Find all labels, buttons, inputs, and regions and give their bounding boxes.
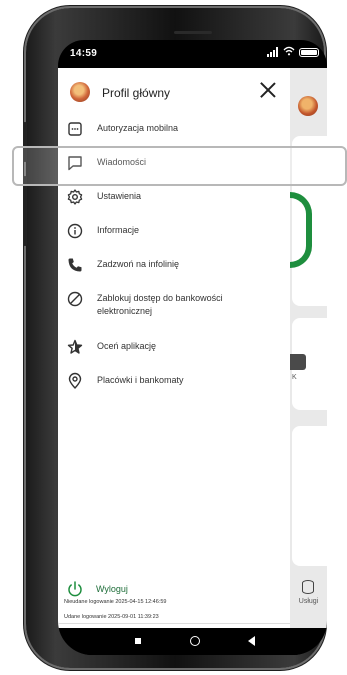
gear-icon (66, 188, 84, 206)
database-icon (302, 580, 314, 594)
background-calendar-icon (290, 354, 306, 370)
menu-item-label: Zadzwoń na infolinię (97, 259, 180, 269)
logout-button[interactable]: Wyloguj (66, 580, 128, 598)
background-avatar (298, 96, 318, 116)
background-partial-label: K (292, 374, 297, 381)
highlight-frame (12, 146, 347, 186)
background-progress-ring (290, 192, 312, 268)
drawer-header: Profil główny (58, 68, 290, 112)
failed-login-info: Nieudane logowanie 2025-04-15 12:46:59 (64, 599, 167, 605)
power-icon (66, 580, 84, 598)
menu-item-settings[interactable]: Ustawienia (58, 188, 290, 222)
wifi-icon (283, 46, 295, 58)
menu-item-rate-app[interactable]: Oceń aplikację (58, 338, 290, 372)
recent-apps-icon[interactable] (135, 638, 141, 644)
location-pin-icon (66, 372, 84, 390)
phone-icon (66, 256, 84, 274)
volume-down-button (23, 176, 27, 246)
block-icon (66, 290, 84, 308)
services-tab-label[interactable]: Usługi (290, 598, 327, 605)
menu-item-label: Zablokuj dostęp do bankowości elektronic… (97, 293, 223, 316)
signal-icon (267, 47, 279, 57)
status-time: 14:59 (70, 48, 98, 59)
back-icon[interactable] (248, 636, 255, 646)
mobile-authorization-icon (66, 120, 84, 138)
phone-screen: 14:59 K Usługi Profil główny Autoryzacja… (58, 40, 327, 655)
menu-item-branches-atms[interactable]: Placówki i bankomaty (58, 372, 290, 406)
menu-item-call-helpline[interactable]: Zadzwoń na infolinię (58, 256, 290, 290)
last-login-info: Udane logowanie 2025-09-01 11:39:23 (64, 614, 159, 620)
menu-item-label: Ustawienia (97, 191, 142, 201)
avatar[interactable] (70, 82, 90, 102)
divider (58, 623, 290, 624)
profile-title[interactable]: Profil główny (102, 86, 170, 100)
background-card (292, 426, 327, 566)
menu-item-label: Autoryzacja mobilna (97, 123, 179, 133)
menu-item-block-access[interactable]: Zablokuj dostęp do bankowości elektronic… (58, 290, 290, 338)
info-icon (66, 222, 84, 240)
star-icon (66, 338, 84, 356)
android-nav-bar (58, 630, 327, 655)
menu-item-label: Placówki i bankomaty (97, 375, 184, 385)
menu-item-label: Informacje (97, 225, 140, 235)
earpiece-speaker (174, 31, 212, 34)
home-icon[interactable] (190, 636, 200, 646)
menu-item-information[interactable]: Informacje (58, 222, 290, 256)
battery-icon (299, 47, 319, 57)
menu-item-label: Oceń aplikację (97, 341, 157, 351)
status-bar: 14:59 (58, 40, 327, 68)
logout-label: Wyloguj (96, 584, 128, 594)
close-icon[interactable] (256, 78, 280, 102)
